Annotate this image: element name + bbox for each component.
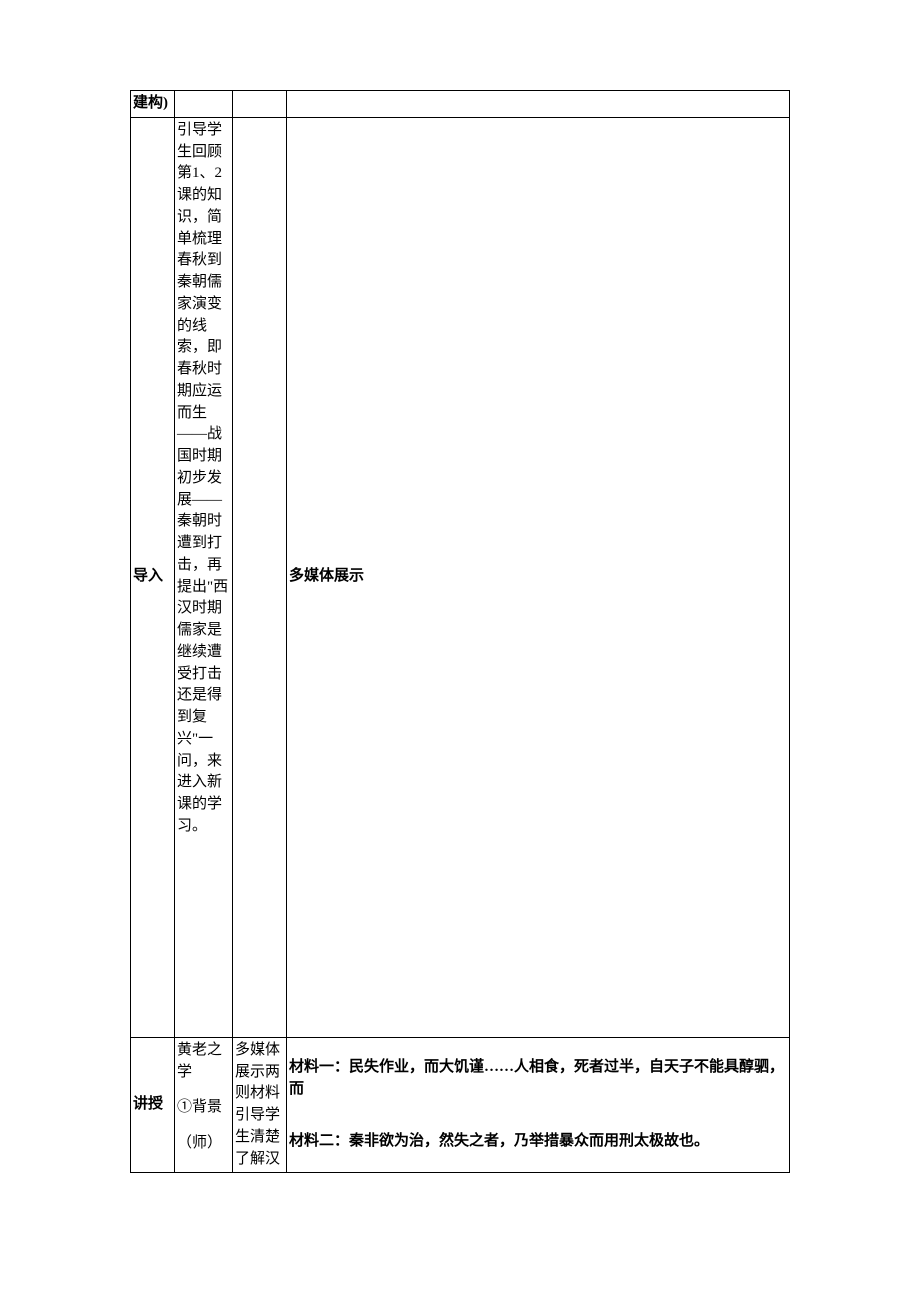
cell-daoru: 导入 (131, 117, 175, 1037)
cell-text-line: （师） (177, 1133, 230, 1155)
cell-empty (287, 91, 790, 118)
cell-materials: 材料一：民失作业，而大饥谨……人相食，死者过半，自天子不能具醇驷，而 材料二：秦… (287, 1037, 790, 1173)
cell-text-line: 黄老之学 (177, 1040, 230, 1084)
table-row: 讲授 黄老之学 ①背景 （师） 多媒体展示两则材料引导学生清楚了解汉 材料一：民… (131, 1037, 790, 1173)
table-row: 导入 引导学生回顾第1、2课的知识，简单梳理春秋到秦朝儒家演变的线索，即春秋时期… (131, 117, 790, 1037)
cell-empty (233, 117, 287, 1037)
lesson-table: 建构) 导入 引导学生回顾第1、2课的知识，简单梳理春秋到秦朝儒家演变的线索，即… (130, 90, 790, 1173)
cell-multimedia: 多媒体展示 (287, 117, 790, 1037)
cell-empty (233, 91, 287, 118)
cell-huanglao: 黄老之学 ①背景 （师） (175, 1037, 233, 1173)
table-row: 建构) (131, 91, 790, 118)
cell-text-line: ①背景 (177, 1097, 230, 1119)
cell-jiangshou: 讲授 (131, 1037, 175, 1173)
material-two: 材料二：秦非欲为治，然失之者，乃举措暴众而用刑太极故也。 (289, 1131, 787, 1153)
cell-jian-gou: 建构) (131, 91, 175, 118)
cell-empty (175, 91, 233, 118)
material-one: 材料一：民失作业，而大饥谨……人相食，死者过半，自天子不能具醇驷，而 (289, 1057, 787, 1101)
cell-method: 多媒体展示两则材料引导学生清楚了解汉 (233, 1037, 287, 1173)
cell-guide-text: 引导学生回顾第1、2课的知识，简单梳理春秋到秦朝儒家演变的线索，即春秋时期应运而… (175, 117, 233, 1037)
